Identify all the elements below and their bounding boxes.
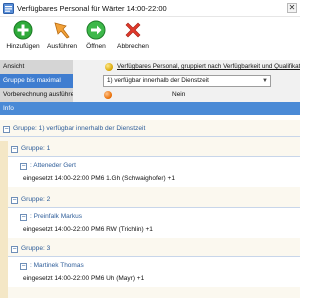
precalc-value: Nein (172, 91, 186, 98)
result-tree: − Gruppe: 1) verfügbar innerhalb der Die… (0, 120, 300, 298)
title-bar: Verfügbares Personal für Wärter 14:00-22… (0, 0, 300, 17)
indent-bar (0, 141, 8, 298)
open-button[interactable]: Öffnen (81, 20, 111, 57)
collapse-icon[interactable]: − (20, 263, 27, 270)
property-value[interactable]: Verfügbares Personal, gruppiert nach Ver… (73, 60, 300, 74)
property-label: Gruppe bis maximal (0, 74, 73, 88)
collapse-icon[interactable]: − (20, 214, 27, 221)
group-title: Gruppe: 2 (21, 196, 51, 203)
property-value[interactable]: Nein (73, 88, 300, 102)
add-icon (13, 20, 33, 40)
collapse-icon[interactable]: − (11, 197, 18, 204)
open-button-label: Öffnen (86, 43, 106, 50)
assignment-detail: eingesetzt 14:00-22:00 PM6 1.Gh (Schwaig… (23, 175, 175, 182)
window-title: Verfügbares Personal für Wärter 14:00-22… (17, 4, 167, 13)
assignment-detail: eingesetzt 14:00-22:00 PM6 RW (Trichlin)… (23, 226, 153, 233)
execute-icon (54, 22, 70, 39)
person-name: : Atteneder Gert (30, 162, 76, 169)
app-icon (3, 3, 14, 14)
collapse-icon[interactable]: − (11, 146, 18, 153)
open-icon (86, 20, 106, 40)
collapse-icon[interactable]: − (3, 126, 10, 133)
divider (0, 136, 300, 137)
top-group-title: Gruppe: 1) verfügbar innerhalb der Diens… (13, 125, 146, 132)
assignment-detail: eingesetzt 14:00-22:00 PM6 Uh (Mayr) +1 (23, 275, 145, 282)
list-item[interactable]: − : Atteneder Gert eingesetzt 14:00-22:0… (8, 157, 300, 187)
property-label: Vorberechnung ausführen (0, 88, 73, 102)
close-icon[interactable]: ✕ (287, 3, 297, 13)
view-link[interactable]: Verfügbares Personal, gruppiert nach Ver… (117, 60, 300, 74)
group-title: Gruppe: 1 (21, 145, 51, 152)
property-row-gruppe-bis-maximal[interactable]: Gruppe bis maximal 1) verfügbar innerhal… (0, 74, 300, 88)
collapse-icon[interactable]: − (11, 246, 18, 253)
status-dot-icon (104, 91, 112, 99)
person-name: : Preinfalk Markus (30, 213, 83, 220)
cancel-button[interactable]: Abbrechen (113, 20, 153, 57)
property-row-ansicht[interactable]: Ansicht Verfügbares Personal, gruppiert … (0, 60, 300, 74)
group-limit-select[interactable]: 1) verfügbar innerhalb der Dienstzeit ▼ (103, 75, 271, 87)
info-header: Info (0, 102, 300, 115)
execute-button-label: Ausführen (46, 43, 78, 50)
cancel-button-label: Abbrechen (117, 43, 149, 50)
select-value: 1) verfügbar innerhalb der Dienstzeit (107, 77, 209, 84)
execute-button[interactable]: Ausführen (45, 20, 79, 57)
chevron-down-icon[interactable]: ▼ (262, 76, 268, 86)
collapse-icon[interactable]: − (20, 163, 27, 170)
list-item[interactable]: − : Martinek Thomas eingesetzt 14:00-22:… (8, 257, 300, 287)
property-row-vorberechnung[interactable]: Vorberechnung ausführen Nein (0, 88, 300, 102)
toolbar: Hinzufügen Ausführen Öffnen Abbrechen (0, 17, 300, 58)
list-item[interactable]: − : Preinfalk Markus eingesetzt 14:00-22… (8, 208, 300, 238)
property-value: 1) verfügbar innerhalb der Dienstzeit ▼ (73, 74, 300, 88)
property-grid: Ansicht Verfügbares Personal, gruppiert … (0, 60, 300, 115)
add-button-label: Hinzufügen (6, 43, 40, 50)
cancel-icon (125, 22, 141, 38)
add-button[interactable]: Hinzufügen (3, 20, 43, 57)
coin-icon (105, 63, 113, 71)
group-title: Gruppe: 3 (21, 245, 51, 252)
property-label: Ansicht (0, 60, 73, 74)
person-name: : Martinek Thomas (30, 262, 84, 269)
